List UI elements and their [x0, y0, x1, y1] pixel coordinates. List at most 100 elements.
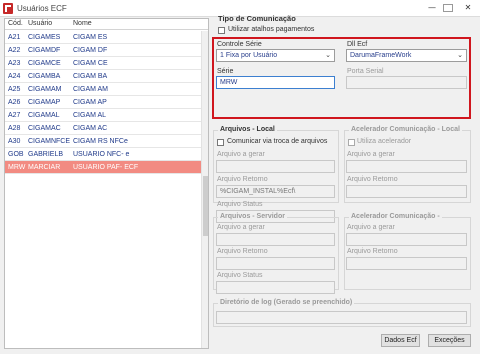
cell-nome: CIGAM CE	[73, 60, 108, 67]
app-icon	[3, 3, 13, 14]
servidor-status-label: Arquivo Status	[217, 272, 263, 279]
chevron-down-icon: ⌄	[325, 51, 331, 59]
acelerador-servidor-retorno-label: Arquivo Retorno	[347, 248, 398, 255]
servidor-gerar-input[interactable]	[216, 233, 335, 246]
utilizar-atalhos-label: Utilizar atalhos pagamentos	[228, 26, 315, 33]
cell-nome: CIGAM RS NFCe	[73, 138, 128, 145]
cell-nome: CIGAM AC	[73, 125, 108, 132]
acelerador-retorno-input[interactable]	[346, 185, 467, 198]
cell-codigo: A23	[8, 60, 21, 67]
window-title: Usuários ECF	[17, 4, 67, 13]
diretorio-log-title: Diretório de log (Gerado se preenchido)	[218, 299, 355, 306]
cell-nome: CIGAM ES	[73, 34, 108, 41]
acelerador-servidor-gerar-label: Arquivo a gerar	[347, 224, 395, 231]
cell-usuario: GABRIELB	[28, 151, 64, 158]
chevron-down-icon: ⌄	[457, 51, 463, 59]
porta-serial-input[interactable]	[346, 76, 467, 89]
column-header-nome[interactable]: Nome	[73, 20, 92, 27]
cell-nome: USUARIO NFC- e	[73, 151, 130, 158]
users-grid[interactable]: Cód. Usuário Nome A21 CIGAMES CIGAM ES A22 C…	[4, 18, 209, 349]
table-row[interactable]: A30 CIGAMNFCE CIGAM RS NFCe	[5, 135, 201, 148]
table-row[interactable]: A28 CIGAMAC CIGAM AC	[5, 122, 201, 135]
maximize-button[interactable]	[443, 4, 453, 12]
table-row[interactable]: A24 CIGAMBA CIGAM BA	[5, 70, 201, 83]
cell-nome: CIGAM DF	[73, 47, 108, 54]
cell-usuario: CIGAMNFCE	[28, 138, 70, 145]
cell-codigo: MRW	[8, 164, 26, 171]
dll-ecf-value: DarumaFrameWork	[350, 52, 412, 59]
tipo-comunicacao-label: Tipo de Comunicação	[218, 14, 296, 23]
column-header-codigo[interactable]: Cód.	[8, 20, 23, 27]
cell-usuario: CIGAMES	[28, 34, 61, 41]
servidor-gerar-label: Arquivo a gerar	[217, 224, 265, 231]
grid-vertical-scrollbar[interactable]	[201, 31, 208, 348]
cell-usuario: CIGAMAL	[28, 112, 60, 119]
cell-nome: USUARIO PAF- ECF	[73, 164, 139, 171]
acelerador-local-title: Acelerador Comunicação - Local	[349, 126, 462, 133]
cell-codigo: A25	[8, 86, 21, 93]
cell-nome: CIGAM AM	[73, 86, 109, 93]
cell-codigo: A26	[8, 99, 21, 106]
table-row[interactable]: MRW MARCIAR USUARIO PAF- ECF	[5, 161, 201, 174]
controle-serie-value: 1 Fixa por Usuário	[220, 52, 278, 59]
serie-input[interactable]: MRW	[216, 76, 335, 89]
cell-nome: CIGAM AL	[73, 112, 107, 119]
grid-header: Cód. Usuário Nome	[5, 19, 208, 30]
excecoes-button[interactable]: Exceções	[428, 334, 471, 347]
diretorio-log-input[interactable]	[216, 311, 467, 324]
cell-codigo: A24	[8, 73, 21, 80]
controle-serie-label: Controle Série	[217, 41, 262, 48]
dll-ecf-select[interactable]: DarumaFrameWork ⌄	[346, 49, 467, 62]
arquivo-gerar-input[interactable]	[216, 160, 335, 173]
arquivo-retorno-input[interactable]: %CIGAM_INSTAL%Ecf\	[216, 185, 335, 198]
acelerador-retorno-label: Arquivo Retorno	[347, 176, 398, 183]
utiliza-acelerador-label: Utiliza acelerador	[357, 138, 412, 145]
table-row[interactable]: A27 CIGAMAL CIGAM AL	[5, 109, 201, 122]
cell-codigo: A30	[8, 138, 21, 145]
table-row[interactable]: GOB GABRIELB USUARIO NFC- e	[5, 148, 201, 161]
comunicar-troca-arquivos-checkbox[interactable]	[217, 139, 224, 146]
cell-usuario: CIGAMCE	[28, 60, 61, 67]
cell-codigo: A28	[8, 125, 21, 132]
servidor-retorno-input[interactable]	[216, 257, 335, 270]
cell-codigo: A21	[8, 34, 21, 41]
cell-nome: CIGAM AP	[73, 99, 107, 106]
cell-usuario: CIGAMAP	[28, 99, 61, 106]
servidor-status-input[interactable]	[216, 281, 335, 294]
cell-codigo: GOB	[8, 151, 24, 158]
cell-codigo: A22	[8, 47, 21, 54]
utilizar-atalhos-checkbox[interactable]	[218, 27, 225, 34]
cell-nome: CIGAM BA	[73, 73, 108, 80]
cell-codigo: A27	[8, 112, 21, 119]
utiliza-acelerador-checkbox[interactable]	[348, 139, 355, 146]
minimize-button[interactable]: —	[425, 2, 439, 14]
acelerador-servidor-retorno-input[interactable]	[346, 257, 467, 270]
dados-ecf-button[interactable]: Dados Ecf	[381, 334, 420, 347]
porta-serial-label: Porta Serial	[347, 68, 384, 75]
controle-serie-select[interactable]: 1 Fixa por Usuário ⌄	[216, 49, 335, 62]
arquivo-retorno-label: Arquivo Retorno	[217, 176, 268, 183]
scrollbar-thumb[interactable]	[203, 176, 208, 236]
table-row[interactable]: A22 CIGAMDF CIGAM DF	[5, 44, 201, 57]
table-row[interactable]: A25 CIGAMAM CIGAM AM	[5, 83, 201, 96]
cell-usuario: CIGAMAC	[28, 125, 61, 132]
comunicar-troca-arquivos-label: Comunicar via troca de arquivos	[227, 138, 328, 145]
table-row[interactable]: A21 CIGAMES CIGAM ES	[5, 31, 201, 44]
cell-usuario: CIGAMAM	[28, 86, 62, 93]
arquivo-gerar-label: Arquivo a gerar	[217, 151, 265, 158]
cell-usuario: CIGAMDF	[28, 47, 61, 54]
table-row[interactable]: A23 CIGAMCE CIGAM CE	[5, 57, 201, 70]
acelerador-gerar-label: Arquivo a gerar	[347, 151, 395, 158]
acelerador-servidor-title: Acelerador Comunicação -	[349, 213, 442, 220]
arquivos-servidor-title: Arquivos - Servidor	[218, 213, 287, 220]
cell-usuario: MARCIAR	[28, 164, 61, 171]
acelerador-servidor-gerar-input[interactable]	[346, 233, 467, 246]
servidor-retorno-label: Arquivo Retorno	[217, 248, 268, 255]
table-row[interactable]: A26 CIGAMAP CIGAM AP	[5, 96, 201, 109]
column-header-usuario[interactable]: Usuário	[28, 20, 52, 27]
dll-ecf-label: Dll Ecf	[347, 41, 368, 48]
serie-label: Série	[217, 68, 234, 75]
acelerador-gerar-input[interactable]	[346, 160, 467, 173]
arquivos-local-title: Arquivos - Local	[218, 126, 277, 133]
close-button[interactable]: ✕	[461, 2, 475, 14]
